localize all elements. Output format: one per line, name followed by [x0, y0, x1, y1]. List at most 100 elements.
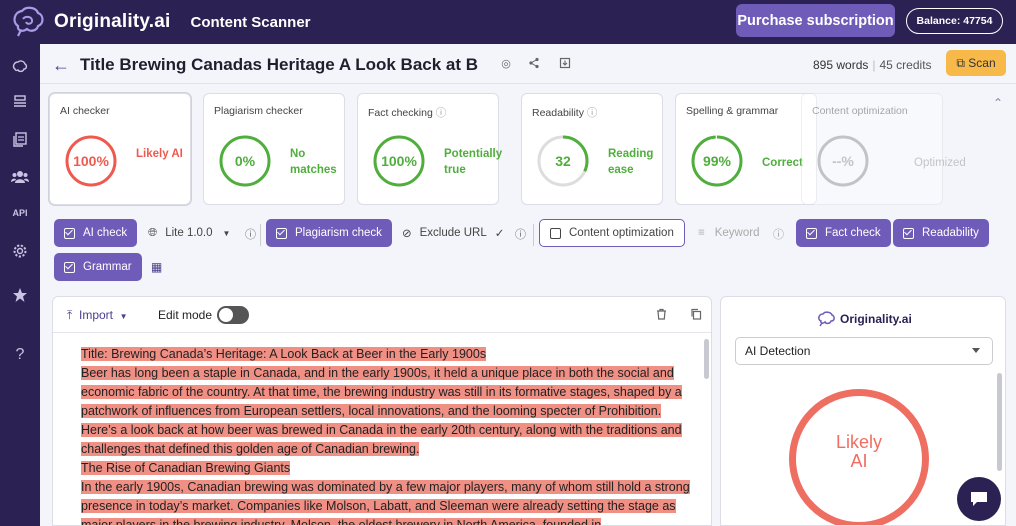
- ai-check-label: AI check: [83, 227, 128, 239]
- purchase-subscription-button[interactable]: Purchase subscription: [736, 4, 895, 37]
- stack-icon[interactable]: [0, 90, 40, 112]
- panel-scrollbar[interactable]: [997, 373, 1002, 471]
- card-label: AI checker: [60, 105, 110, 117]
- help-icon[interactable]: ?: [0, 344, 40, 366]
- text-editor: ⤒ Import ▼ Edit mode Title: Brewing Cana…: [52, 296, 712, 526]
- checkbox-icon: [550, 227, 561, 239]
- fact-check-label: Fact check: [825, 227, 881, 239]
- card-readability[interactable]: Readability ⓘ 32 Reading ease: [521, 93, 663, 205]
- caret-down-icon: ▼: [222, 228, 231, 238]
- exclude-url-info-icon[interactable]: ⓘ: [515, 226, 526, 242]
- card-label: Plagiarism checker: [214, 105, 303, 117]
- card-content-optimization[interactable]: Content optimization --% Optimized: [801, 93, 966, 205]
- editor-toolbar: ⤒ Import ▼ Edit mode: [53, 297, 711, 333]
- target-icon[interactable]: ◎: [499, 57, 513, 71]
- card-ai-checker[interactable]: AI checker 100% Likely AI: [49, 93, 191, 205]
- content-optimization-toggle[interactable]: Content optimization: [539, 219, 685, 247]
- import-button[interactable]: ⤒ Import ▼: [67, 308, 128, 323]
- import-label: Import: [78, 308, 113, 322]
- collapse-chevron-icon[interactable]: ⌃: [993, 96, 1003, 110]
- api-label[interactable]: API: [0, 202, 40, 224]
- score-value: --%: [832, 153, 854, 169]
- ai-check-toggle[interactable]: AI check: [54, 219, 138, 247]
- checkbox-icon: [276, 227, 287, 239]
- document-counts: 895 words | 45 credits: [813, 58, 932, 72]
- divider: [533, 224, 534, 246]
- scan-button[interactable]: ⧉ Scan: [946, 50, 1006, 76]
- caret-down-icon: ▼: [119, 312, 128, 321]
- brain-icon[interactable]: [0, 56, 40, 78]
- fact-check-toggle[interactable]: Fact check: [796, 219, 891, 247]
- model-select[interactable]: 🌐︎ Lite 1.0.0 ▼: [138, 219, 240, 247]
- documents-icon[interactable]: [0, 128, 40, 150]
- score-value: 32: [555, 153, 571, 169]
- info-icon: ⓘ: [586, 107, 598, 119]
- globe-icon: 🌐︎: [148, 226, 158, 239]
- team-icon[interactable]: [0, 166, 40, 188]
- brain-logo-icon: [818, 311, 835, 327]
- back-arrow-icon[interactable]: ←: [52, 55, 70, 76]
- grammar-label: Grammar: [83, 261, 132, 273]
- score-value: 100%: [73, 153, 109, 169]
- keyword-info-icon[interactable]: ⓘ: [773, 226, 784, 242]
- card-label: Content optimization: [812, 105, 908, 117]
- checkbox-icon: [64, 261, 75, 273]
- divider: [260, 224, 261, 246]
- calendar-icon[interactable]: ▦: [151, 260, 162, 274]
- content-optimization-label: Content optimization: [569, 227, 674, 239]
- scan-label: Scan: [968, 55, 996, 70]
- trash-icon[interactable]: [656, 308, 667, 323]
- model-info-icon[interactable]: ⓘ: [245, 226, 256, 242]
- checkbox-icon: [64, 227, 75, 239]
- chat-bubble-icon: [971, 492, 987, 506]
- copy-icon[interactable]: [690, 308, 702, 323]
- sliders-icon: ≡: [698, 227, 705, 239]
- paragraph: In the early 1900s, Canadian brewing was…: [81, 478, 693, 525]
- card-status: Correct: [762, 157, 803, 169]
- star-icon[interactable]: [0, 284, 40, 306]
- exclude-url-button[interactable]: ⊘ Exclude URL ✓: [392, 219, 514, 247]
- share-icon[interactable]: [527, 57, 541, 71]
- document-text[interactable]: Title: Brewing Canada’s Heritage: A Look…: [81, 345, 693, 525]
- card-spelling-grammar[interactable]: Spelling & grammar 99% Correct: [675, 93, 817, 205]
- logo[interactable]: Originality.ai: [10, 4, 170, 40]
- panel-brand-name: Originality.ai: [840, 312, 912, 326]
- chat-button[interactable]: [957, 477, 1001, 521]
- card-label: Fact checking ⓘ: [368, 107, 447, 119]
- model-label: Lite 1.0.0: [165, 227, 213, 239]
- card-status: Likely AI: [136, 148, 183, 160]
- grammar-toggle[interactable]: Grammar: [54, 253, 142, 281]
- top-bar: Originality.ai Content Scanner Purchase …: [0, 0, 1016, 44]
- export-icon[interactable]: [558, 57, 572, 71]
- link-off-icon: ⊘: [402, 228, 412, 240]
- card-plagiarism-checker[interactable]: Plagiarism checker 0% No matches: [203, 93, 345, 205]
- detection-type-select[interactable]: AI Detection: [735, 337, 993, 365]
- keyword-placeholder: Keyword: [714, 227, 760, 239]
- brain-logo-icon: [13, 6, 44, 37]
- paragraph: Title: Brewing Canada’s Heritage: A Look…: [81, 347, 487, 361]
- readability-toggle[interactable]: Readability: [893, 219, 989, 247]
- settings-icon[interactable]: [0, 240, 40, 262]
- score-value: 99%: [702, 153, 732, 169]
- editor-scrollbar[interactable]: [704, 339, 709, 379]
- exclude-url-label: Exclude URL: [419, 227, 487, 239]
- card-status: Optimized: [914, 157, 966, 169]
- brand-name: Originality.ai: [54, 11, 171, 32]
- main-content: ← Title Brewing Canadas Heritage A Look …: [40, 44, 1016, 526]
- result-label: Likely AI: [835, 432, 883, 471]
- edit-mode-switch[interactable]: [217, 306, 249, 324]
- card-status: No matches: [290, 148, 337, 176]
- score-value: 100%: [381, 153, 417, 169]
- plagiarism-check-label: Plagiarism check: [295, 227, 382, 239]
- product-name: Content Scanner: [190, 13, 311, 31]
- checkbox-icon: [806, 227, 817, 239]
- info-icon: ⓘ: [435, 107, 447, 119]
- sidebar: API ?: [0, 44, 40, 526]
- keyword-input[interactable]: ≡ Keyword: [688, 219, 769, 247]
- checkbox-icon: [903, 227, 914, 239]
- select-value: AI Detection: [745, 344, 811, 358]
- card-status: Potentially true: [444, 148, 503, 176]
- card-fact-checking[interactable]: Fact checking ⓘ 100% Potentially true: [357, 93, 503, 205]
- plagiarism-check-toggle[interactable]: Plagiarism check: [266, 219, 392, 247]
- scan-icon: ⧉: [956, 55, 965, 70]
